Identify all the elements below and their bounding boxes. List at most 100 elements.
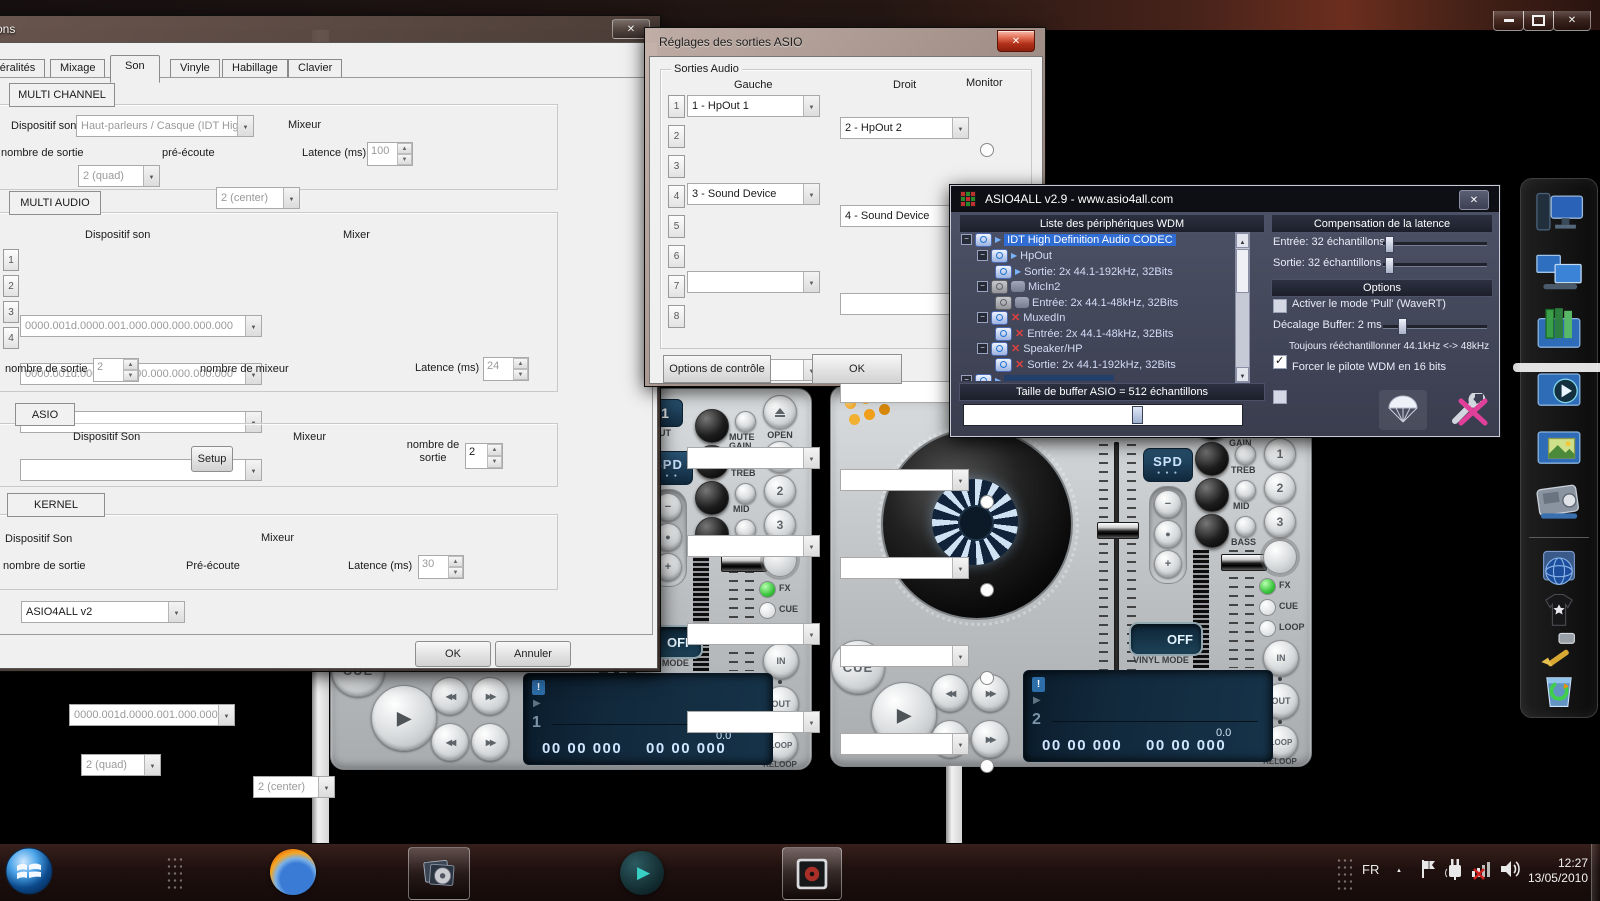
- mute-button[interactable]: [735, 411, 756, 432]
- dropdown-arrow-icon[interactable]: [952, 118, 968, 138]
- buffer-slider-thumb[interactable]: [1132, 406, 1143, 424]
- buffer-size-slider[interactable]: [963, 404, 1243, 426]
- kernel-precue-select[interactable]: 2 (center): [253, 776, 335, 798]
- dock-icon-tshirt[interactable]: [1533, 589, 1585, 633]
- power-icon[interactable]: [975, 374, 992, 382]
- close-button[interactable]: [1553, 11, 1591, 31]
- collapse-icon[interactable]: [977, 281, 988, 292]
- output-1-right-select[interactable]: 2 - HpOut 2: [840, 117, 969, 139]
- buffer-offset-thumb[interactable]: [1398, 318, 1407, 335]
- audio-device-1-select[interactable]: 0000.001d.0000.001.000.000.000.000.000: [20, 315, 262, 337]
- output-row-number[interactable]: 6: [668, 245, 685, 268]
- power-icon[interactable]: [995, 327, 1012, 341]
- dock-icon-library[interactable]: [1531, 303, 1587, 355]
- ok-button[interactable]: OK: [415, 641, 491, 667]
- treble-knob[interactable]: [1195, 442, 1229, 476]
- treble-kill-button[interactable]: [1235, 444, 1256, 465]
- loop-mode-button[interactable]: [1263, 540, 1297, 574]
- volume-icon[interactable]: [1498, 857, 1522, 881]
- loop-led[interactable]: [1259, 620, 1276, 637]
- bass-kill-button[interactable]: [1235, 516, 1256, 537]
- hotcue-2-button[interactable]: 2: [764, 475, 796, 507]
- fx-led[interactable]: [759, 581, 776, 598]
- dropdown-arrow-icon[interactable]: [237, 116, 253, 136]
- dock-icon-audio-device[interactable]: [1531, 477, 1587, 529]
- dock-icon-recycle-bin[interactable]: [1533, 669, 1585, 713]
- volume-fader[interactable]: [721, 555, 767, 572]
- dropdown-arrow-icon[interactable]: [952, 646, 968, 666]
- cancel-button[interactable]: Annuler: [495, 641, 571, 667]
- dock-icon-media-folder[interactable]: [1531, 361, 1587, 413]
- spinner-buttons[interactable]: [123, 359, 138, 381]
- power-icon[interactable]: [991, 342, 1008, 356]
- multi-channel-outputs-select[interactable]: 2 (quad): [78, 165, 160, 187]
- asio-device-select[interactable]: ASIO4ALL v2: [21, 601, 185, 623]
- pitch-plus-button[interactable]: [1154, 550, 1182, 578]
- output-7-monitor-radio[interactable]: [980, 671, 994, 685]
- power-icon[interactable]: [991, 280, 1008, 294]
- dropdown-arrow-icon[interactable]: [245, 316, 261, 336]
- scrollbar-thumb[interactable]: [1236, 249, 1249, 293]
- dropdown-arrow-icon[interactable]: [168, 602, 184, 622]
- power-icon[interactable]: [995, 358, 1012, 372]
- pitch-reset-button[interactable]: [1154, 520, 1182, 548]
- tab-son[interactable]: Son: [110, 55, 160, 83]
- power-icon[interactable]: [995, 265, 1012, 279]
- collapse-icon[interactable]: [977, 343, 988, 354]
- skip-back-button[interactable]: [431, 677, 469, 715]
- output-row-number[interactable]: 5: [668, 215, 685, 238]
- taskbar-button-dj-app[interactable]: [782, 847, 842, 900]
- setup-button[interactable]: Setup: [191, 446, 233, 472]
- dropdown-arrow-icon[interactable]: [803, 448, 819, 468]
- collapse-icon[interactable]: [977, 312, 988, 323]
- collapse-icon[interactable]: [977, 250, 988, 261]
- asio4all-close-button[interactable]: [1459, 190, 1489, 210]
- show-hidden-icons-button[interactable]: [1396, 865, 1402, 874]
- asio-header[interactable]: ASIO: [15, 403, 75, 426]
- tree-item-speaker-out[interactable]: Sortie: 2x 44.1-192kHz, 32Bits: [995, 357, 1176, 372]
- dropdown-arrow-icon[interactable]: [952, 558, 968, 578]
- spinner-buttons[interactable]: [513, 358, 528, 380]
- mid-knob[interactable]: [695, 481, 729, 515]
- audio-row-4-number[interactable]: 4: [3, 327, 19, 349]
- network-icon[interactable]: [1470, 857, 1494, 881]
- tree-item-muxedin[interactable]: MuxedIn: [977, 310, 1065, 325]
- output-7-right-select[interactable]: [840, 645, 969, 667]
- audio-row-3-number[interactable]: 3: [3, 301, 19, 323]
- dropdown-arrow-icon[interactable]: [803, 96, 819, 116]
- dropdown-arrow-icon[interactable]: [283, 188, 299, 208]
- dock-icon-computer[interactable]: [1531, 187, 1587, 239]
- action-center-icon[interactable]: [1420, 858, 1438, 880]
- advanced-options-button[interactable]: [1445, 390, 1493, 430]
- power-icon[interactable]: [991, 311, 1008, 325]
- vinyl-mode-button[interactable]: OFF: [1129, 622, 1203, 656]
- multi-channel-latency-spinner[interactable]: 100: [367, 142, 413, 166]
- multi-audio-outputs-spinner[interactable]: 2: [93, 358, 139, 382]
- kernel-header[interactable]: KERNEL: [7, 493, 105, 517]
- output-row-number[interactable]: 3: [668, 155, 685, 178]
- seek-forward-button[interactable]: [471, 723, 509, 761]
- output-row-number[interactable]: 1: [668, 95, 685, 118]
- language-indicator[interactable]: FR: [1362, 862, 1379, 877]
- tree-item-muxedin-in[interactable]: Entrée: 2x 44.1-48kHz, 32Bits: [995, 326, 1173, 341]
- tree-item-hpout[interactable]: HpOut: [977, 248, 1052, 263]
- tree-item-micin2-in[interactable]: Entrée: 2x 44.1-48kHz, 32Bits: [995, 295, 1178, 310]
- audio-row-2-number[interactable]: 2: [3, 275, 19, 297]
- multi-channel-device-select[interactable]: Haut-parleurs / Casque (IDT High: [76, 115, 254, 137]
- dropdown-arrow-icon[interactable]: [803, 624, 819, 644]
- latency-out-thumb[interactable]: [1385, 257, 1394, 274]
- taskbar-icon-media-player[interactable]: [620, 851, 664, 895]
- output-6-monitor-radio[interactable]: [980, 583, 994, 597]
- kernel-latency-spinner[interactable]: 30: [418, 555, 464, 579]
- dialog-close-button[interactable]: [997, 30, 1035, 52]
- dropdown-arrow-icon[interactable]: [952, 470, 968, 490]
- mid-kill-button[interactable]: [735, 483, 756, 504]
- power-icon[interactable]: [991, 249, 1008, 263]
- tree-item-micin2[interactable]: MicIn2: [977, 279, 1060, 294]
- taskbar-button-photo-app[interactable]: [408, 847, 470, 900]
- output-2-left-select[interactable]: 3 - Sound Device: [687, 183, 820, 205]
- latency-in-slider[interactable]: [1383, 242, 1487, 246]
- dropdown-arrow-icon[interactable]: [803, 184, 819, 204]
- scroll-down-button[interactable]: [1236, 367, 1249, 382]
- multi-channel-header[interactable]: MULTI CHANNEL: [9, 83, 115, 107]
